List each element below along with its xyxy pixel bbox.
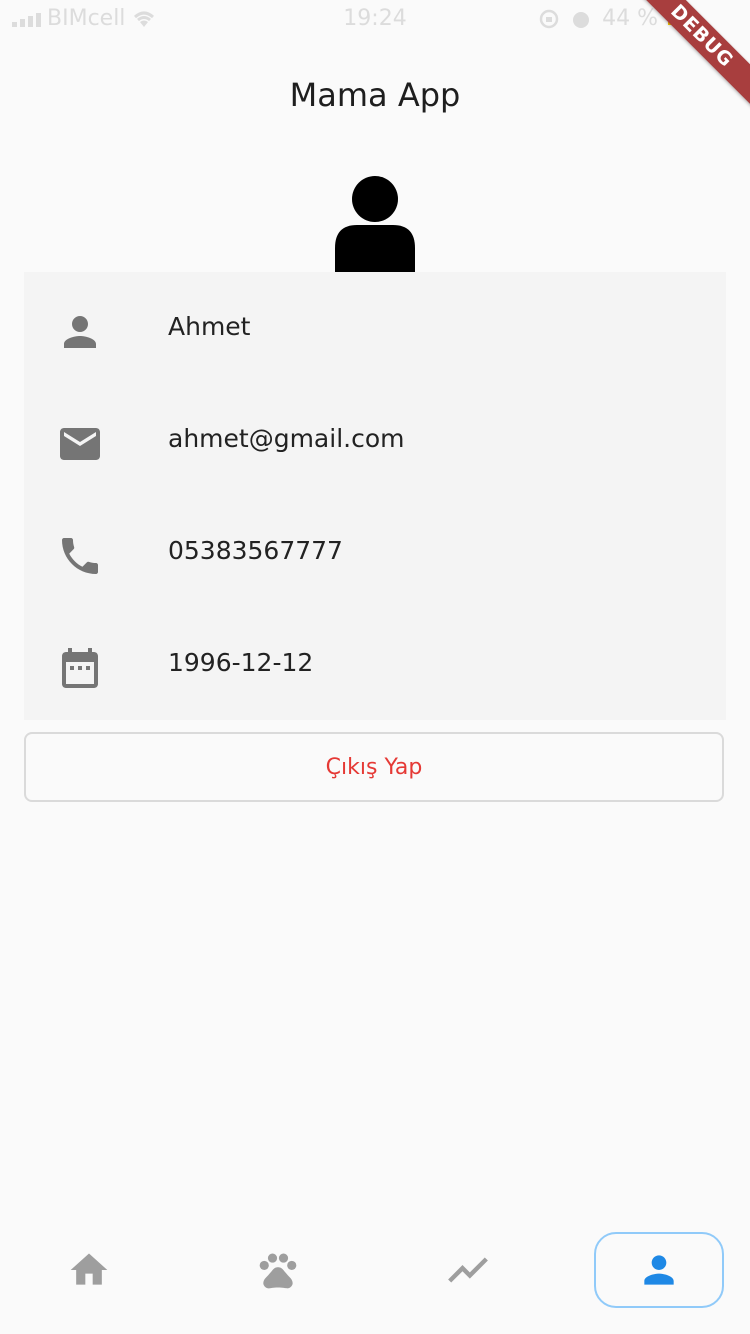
rotation-lock-icon — [539, 9, 559, 28]
nav-stats[interactable] — [403, 1232, 533, 1308]
trending-icon — [448, 1257, 488, 1283]
person-icon — [56, 308, 104, 356]
phone-row: 05383567777 — [24, 496, 726, 608]
status-bar: BIMcell 19:24 44 % — [0, 0, 750, 40]
phone-value: 05383567777 — [168, 536, 343, 565]
alarm-icon — [573, 11, 590, 28]
profile-info-card: Ahmet ahmet@gmail.com 05383567777 1996-1… — [24, 272, 726, 720]
logout-button[interactable]: Çıkış Yap — [24, 732, 724, 802]
person-avatar-icon — [335, 176, 415, 272]
calendar-icon — [56, 644, 104, 692]
person-icon — [644, 1255, 674, 1285]
battery-percent: 44 % — [602, 6, 658, 31]
paw-icon — [259, 1253, 297, 1289]
nav-profile[interactable] — [594, 1232, 724, 1308]
email-value: ahmet@gmail.com — [168, 424, 405, 453]
email-row: ahmet@gmail.com — [24, 384, 726, 496]
bottom-navigation — [0, 1232, 750, 1312]
nav-pets[interactable] — [213, 1232, 343, 1308]
phone-icon — [56, 532, 104, 580]
page-title: Mama App — [289, 76, 461, 114]
avatar — [335, 172, 415, 272]
name-row: Ahmet — [24, 272, 726, 384]
birthdate-row: 1996-12-12 — [24, 608, 726, 720]
name-value: Ahmet — [168, 312, 251, 341]
email-icon — [56, 420, 104, 468]
home-icon — [70, 1253, 108, 1285]
birthdate-value: 1996-12-12 — [168, 648, 314, 677]
nav-home[interactable] — [24, 1232, 154, 1308]
